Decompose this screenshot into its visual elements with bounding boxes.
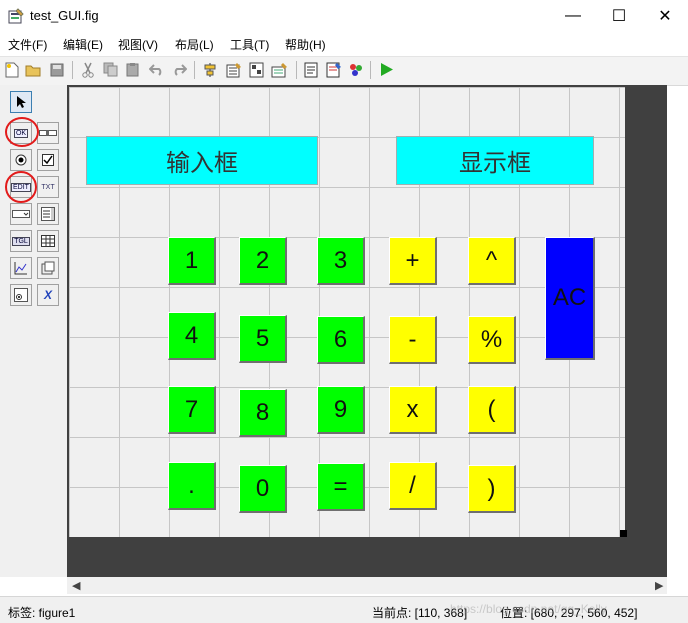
property-inspector-icon[interactable]: [325, 61, 342, 78]
axes-tool-icon[interactable]: [10, 257, 32, 279]
listbox-tool-icon[interactable]: [37, 203, 59, 225]
button-group-tool-icon[interactable]: [10, 284, 32, 306]
key-1[interactable]: 1: [168, 237, 216, 285]
menu-layout[interactable]: 布局(L): [175, 36, 214, 53]
toolbar-separator: [370, 61, 371, 79]
save-icon[interactable]: [48, 61, 65, 78]
close-button[interactable]: ✕: [642, 0, 688, 32]
key-equals[interactable]: =: [317, 463, 365, 511]
key-ac[interactable]: AC: [545, 237, 595, 360]
status-tag: 标签: figure1: [8, 606, 76, 620]
maximize-button[interactable]: ☐: [596, 0, 642, 32]
figure-canvas[interactable]: 输入框 显示框 1 2 3 + ^ 4 5 6 - % 7 8 9 x ( . …: [69, 87, 625, 537]
run-icon[interactable]: [378, 61, 395, 78]
editor-icon[interactable]: [303, 61, 320, 78]
undo-icon[interactable]: [148, 61, 165, 78]
key-multiply[interactable]: x: [389, 386, 437, 434]
edit-text-tool-icon[interactable]: EDIT: [10, 176, 32, 198]
select-tool-arrow-icon[interactable]: [10, 91, 32, 113]
align-objects-icon[interactable]: [202, 61, 219, 78]
menu-editor-icon[interactable]: [225, 61, 242, 78]
key-plus[interactable]: +: [389, 237, 437, 285]
key-divide[interactable]: /: [389, 462, 437, 510]
menu-edit[interactable]: 编辑(E): [63, 36, 103, 53]
menu-bar: [0, 32, 688, 56]
menu-view[interactable]: 视图(V): [118, 36, 158, 53]
watermark: https://blog.csdn.net/qq_Kelly: [450, 602, 607, 616]
open-folder-icon[interactable]: [25, 61, 42, 78]
panel-tool-icon[interactable]: [37, 257, 59, 279]
key-8[interactable]: 8: [239, 389, 287, 437]
key-2[interactable]: 2: [239, 237, 287, 285]
edit-tool-label: EDIT: [11, 182, 31, 192]
minimize-button[interactable]: —: [550, 0, 596, 32]
key-caret[interactable]: ^: [468, 237, 516, 285]
key-minus[interactable]: -: [389, 316, 437, 364]
checkbox-tool-icon[interactable]: [37, 149, 59, 171]
key-5[interactable]: 5: [239, 315, 287, 363]
key-3[interactable]: 3: [317, 237, 365, 285]
key-7[interactable]: 7: [168, 386, 216, 434]
table-tool-icon[interactable]: [37, 230, 59, 252]
pushbutton-tool-label: OK: [13, 128, 29, 138]
radio-button-tool-icon[interactable]: [10, 149, 32, 171]
text-tool-label: TXT: [41, 183, 55, 191]
key-6[interactable]: 6: [317, 316, 365, 364]
toolbar-separator: [194, 61, 195, 79]
toolbar-editor-icon[interactable]: [271, 61, 288, 78]
activex-tool-icon[interactable]: X: [37, 284, 59, 306]
key-dot[interactable]: .: [168, 462, 216, 510]
horizontal-scrollbar[interactable]: [67, 577, 667, 594]
new-file-icon[interactable]: [3, 61, 20, 78]
slider-tool-icon[interactable]: [37, 122, 59, 144]
menu-help[interactable]: 帮助(H): [285, 36, 326, 53]
paste-icon[interactable]: [125, 61, 142, 78]
redo-icon[interactable]: [171, 61, 188, 78]
scroll-right-icon[interactable]: ▶: [655, 579, 663, 592]
cut-icon[interactable]: [79, 61, 96, 78]
copy-icon[interactable]: [102, 61, 119, 78]
resize-handle[interactable]: [620, 530, 627, 537]
app-icon: [8, 8, 24, 24]
toolbar-separator: [72, 61, 73, 79]
activex-tool-label: X: [43, 288, 52, 302]
input-box[interactable]: 输入框: [86, 136, 318, 185]
scroll-left-icon[interactable]: ◀: [72, 579, 80, 592]
key-4[interactable]: 4: [168, 312, 216, 360]
toolbar-separator: [296, 61, 297, 79]
object-browser-icon[interactable]: [347, 61, 364, 78]
key-left-paren[interactable]: (: [468, 386, 516, 434]
window-title: test_GUI.fig: [30, 8, 99, 23]
key-0[interactable]: 0: [239, 465, 287, 513]
key-9[interactable]: 9: [317, 386, 365, 434]
popup-menu-tool-icon[interactable]: [10, 203, 32, 225]
toggle-tool-label: TGL: [12, 236, 30, 246]
key-right-paren[interactable]: ): [468, 465, 516, 513]
pushbutton-tool-icon[interactable]: OK: [10, 122, 32, 144]
static-text-tool-icon[interactable]: TXT: [37, 176, 59, 198]
menu-file[interactable]: 文件(F): [8, 36, 47, 53]
tab-order-editor-icon[interactable]: [248, 61, 265, 78]
display-box[interactable]: 显示框: [396, 136, 594, 185]
toggle-button-tool-icon[interactable]: TGL: [10, 230, 32, 252]
key-percent[interactable]: %: [468, 316, 516, 364]
menu-tools[interactable]: 工具(T): [230, 36, 269, 53]
